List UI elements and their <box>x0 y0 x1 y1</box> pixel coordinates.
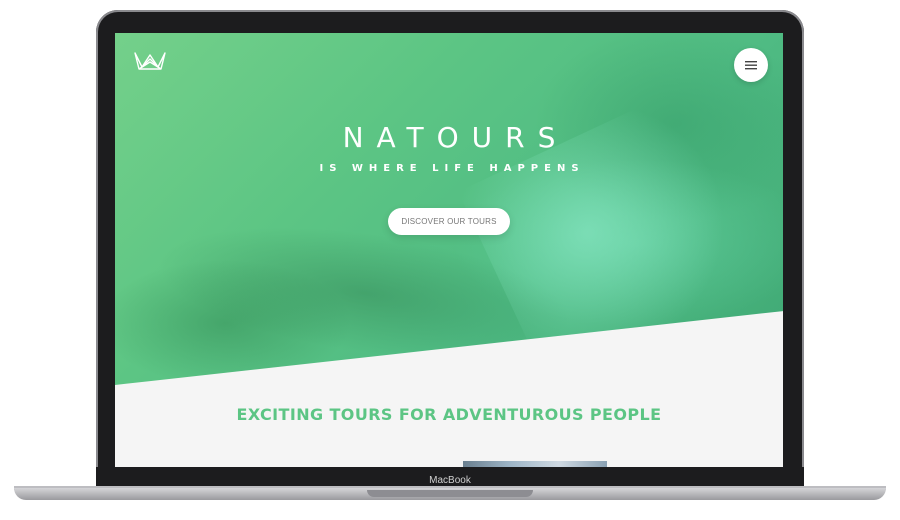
laptop-base-notch <box>367 490 533 497</box>
hero-title: NATOURS <box>342 121 569 154</box>
hamburger-menu-button[interactable] <box>734 48 768 82</box>
device-brand-label: MacBook <box>429 475 471 486</box>
laptop-frame: NATOURS IS WHERE LIFE HAPPENS DISCOVER O… <box>0 0 900 520</box>
hamburger-menu-icon <box>745 61 757 70</box>
hero-subtitle: IS WHERE LIFE HAPPENS <box>319 163 585 174</box>
crown-logo-icon[interactable] <box>133 49 167 71</box>
browser-viewport: NATOURS IS WHERE LIFE HAPPENS DISCOVER O… <box>115 33 783 467</box>
discover-tours-button[interactable]: DISCOVER OUR TOURS <box>388 208 510 235</box>
section-title: EXCITING TOURS FOR ADVENTUROUS PEOPLE <box>236 405 662 424</box>
